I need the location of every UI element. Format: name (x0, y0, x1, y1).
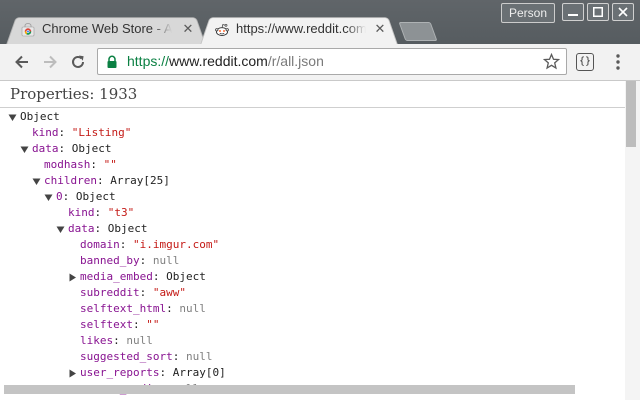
tab-title: https://www.reddit.com/r/all.json (236, 21, 366, 36)
json-entry: 0: Object (56, 190, 116, 203)
tab-title: Chrome Web Store - Apps (42, 21, 172, 36)
bookmark-star-icon[interactable] (543, 53, 560, 70)
maximize-icon (593, 7, 603, 17)
profile-button[interactable]: Person (501, 3, 555, 23)
json-key: children (44, 174, 97, 187)
close-tab-icon[interactable]: ✕ (181, 21, 195, 37)
json-key: selftext (80, 318, 133, 331)
json-key: kind (32, 126, 59, 139)
forward-arrow-icon[interactable] (41, 53, 59, 71)
vertical-scrollbar-thumb[interactable] (626, 81, 636, 147)
tab-chrome-web-store[interactable]: Chrome Web Store - Apps ✕ (6, 14, 206, 45)
maximize-button[interactable] (587, 3, 609, 21)
json-entry: likes: null (80, 334, 153, 347)
json-key: modhash (44, 158, 91, 171)
json-value: Object (107, 222, 148, 235)
json-value: Object (71, 142, 112, 155)
json-value: null (185, 350, 213, 363)
expanded-triangle-icon[interactable] (44, 193, 53, 202)
json-key: 0 (56, 190, 63, 203)
json-entry: kind: "t3" (68, 206, 135, 219)
expanded-triangle-icon[interactable] (56, 225, 65, 234)
json-entry: domain: "i.imgur.com" (80, 238, 220, 251)
json-key: data (68, 222, 95, 235)
json-entry: suggested_sort: null (80, 350, 213, 363)
json-value: "" (146, 318, 160, 331)
url-host: www.reddit.com (169, 53, 268, 69)
json-key: domain (80, 238, 120, 251)
expanded-triangle-icon[interactable] (20, 145, 29, 154)
json-value: "i.imgur.com" (133, 238, 220, 251)
menu-dots-icon[interactable] (614, 53, 622, 71)
address-bar[interactable]: https://www.reddit.com/r/all.json (97, 48, 567, 75)
json-value: Array[25] (110, 174, 170, 187)
json-entry: data: Object (68, 222, 148, 235)
json-entry: selftext_html: null (80, 302, 206, 315)
json-entry: media_embed: Object (80, 270, 206, 283)
toolbar: https://www.reddit.com/r/all.json (0, 44, 640, 81)
collapsed-triangle-icon[interactable] (68, 273, 77, 282)
json-key: user_reports (80, 366, 160, 379)
close-tab-icon[interactable]: ✕ (373, 21, 387, 37)
json-key: selftext_html (80, 302, 167, 315)
json-entry: modhash: "" (44, 158, 117, 171)
json-value: null (152, 254, 180, 267)
close-window-button[interactable] (612, 3, 634, 21)
json-key: media_embed (80, 270, 153, 283)
chrome-web-store-icon (21, 23, 35, 37)
json-entry: selftext: "" (80, 318, 160, 331)
json-entry: data: Object (32, 142, 112, 155)
new-tab-button[interactable] (398, 22, 438, 41)
json-entry: Object (20, 109, 60, 125)
close-window-icon (618, 7, 628, 17)
json-entry: subreddit: "aww" (80, 286, 186, 299)
url-scheme: https:// (127, 53, 170, 69)
json-key: subreddit (80, 286, 140, 299)
json-entry: user_reports: Array[0] (80, 366, 226, 379)
json-key: kind (68, 206, 95, 219)
reddit-alien-icon (215, 23, 229, 36)
properties-header: Properties: 1933 (0, 81, 625, 108)
json-value: Array[0] (172, 366, 226, 379)
url-text: https://www.reddit.com/r/all.json (127, 53, 324, 69)
page-content: Properties: 1933 Object kind: "Listing" da… (0, 81, 640, 400)
json-value: "aww" (152, 286, 186, 299)
json-entry: banned_by: null (80, 254, 180, 267)
json-value: "" (103, 158, 117, 171)
json-value: Object (20, 110, 60, 123)
title-bar: Chrome Web Store - Apps ✕ https://www.re… (0, 0, 640, 45)
minimize-icon (568, 14, 578, 16)
json-entry: children: Array[25] (44, 174, 170, 187)
horizontal-scrollbar-thumb[interactable] (4, 385, 575, 394)
json-value: "Listing" (71, 126, 132, 139)
json-value: Object (75, 190, 116, 203)
lock-icon[interactable] (105, 55, 119, 69)
expanded-triangle-icon[interactable] (8, 113, 17, 122)
back-arrow-icon[interactable] (13, 53, 31, 71)
collapsed-triangle-icon[interactable] (68, 369, 77, 378)
json-key: banned_by (80, 254, 140, 267)
json-key: likes (80, 334, 114, 347)
json-key: suggested_sort (80, 350, 173, 363)
json-entry: kind: "Listing" (32, 126, 132, 139)
tab-reddit-json[interactable]: https://www.reddit.com/r/all.json ✕ (200, 14, 398, 45)
url-path: /r/all.json (267, 53, 324, 69)
json-key: data (32, 142, 59, 155)
json-value: Object (166, 270, 206, 283)
reload-icon[interactable] (69, 53, 87, 71)
properties-count: Properties: 1933 (10, 85, 138, 103)
json-value: null (126, 334, 153, 347)
expanded-triangle-icon[interactable] (32, 177, 41, 186)
json-value: null (179, 302, 206, 315)
json-value: "t3" (107, 206, 135, 219)
minimize-button[interactable] (562, 3, 584, 21)
json-viewer-extension-icon[interactable]: {} (576, 53, 594, 71)
